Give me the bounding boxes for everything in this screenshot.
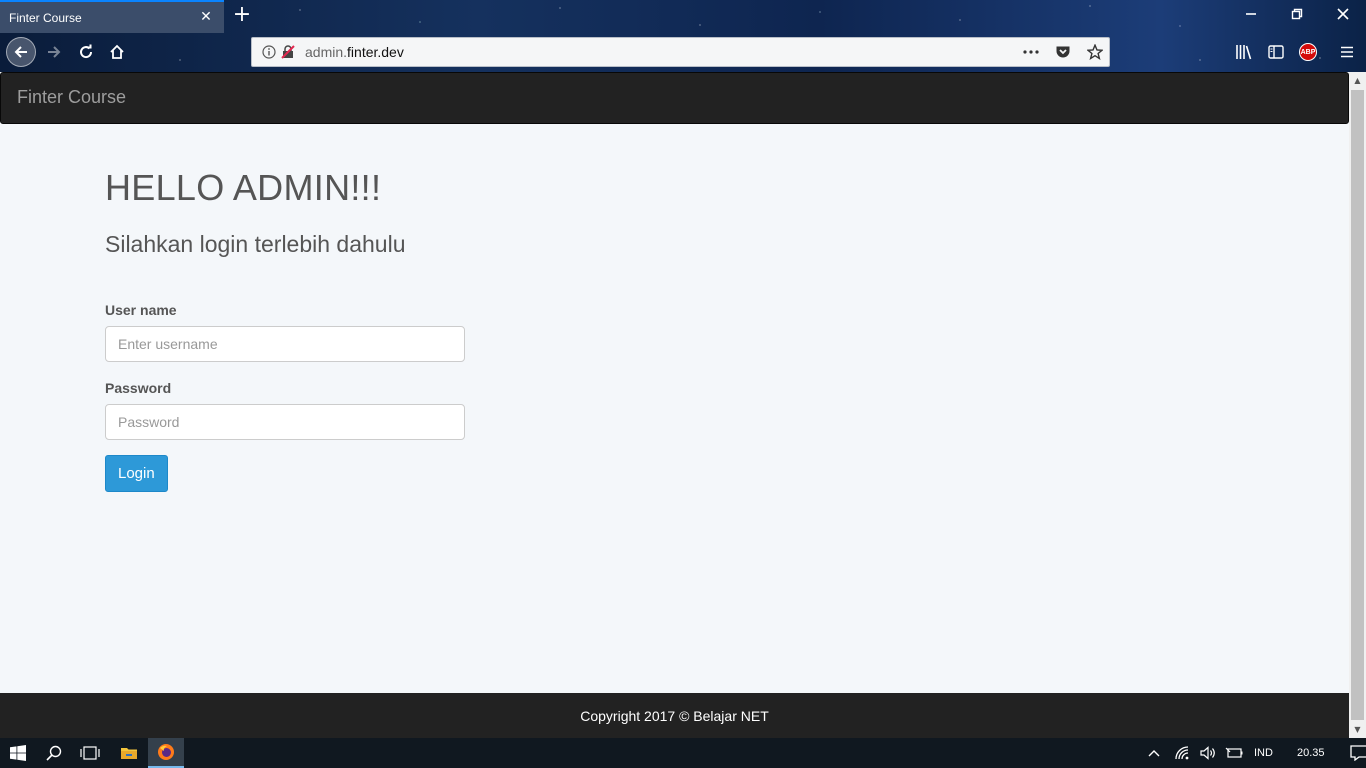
pocket-icon[interactable] <box>1054 43 1072 61</box>
browser-chrome: Finter Course ✕ + admin.finter.dev ABP <box>0 0 1366 72</box>
notification-icon[interactable] <box>1349 745 1366 761</box>
username-label: User name <box>105 302 177 318</box>
clock-time[interactable]: 20.35 <box>1297 747 1325 759</box>
minimize-icon[interactable] <box>1231 4 1271 28</box>
back-arrow-icon[interactable] <box>6 37 36 67</box>
scrollbar-thumb[interactable] <box>1351 90 1364 720</box>
navbar-brand[interactable]: Finter Course <box>17 87 126 108</box>
close-icon[interactable]: ✕ <box>198 8 214 24</box>
tab-title: Finter Course <box>9 10 82 25</box>
url-actions <box>1022 43 1109 61</box>
system-tray: IND 20.35 <box>1146 738 1366 768</box>
page-title: HELLO ADMIN!!! <box>105 167 382 208</box>
scroll-up-icon[interactable]: ▲ <box>1349 72 1366 89</box>
password-label: Password <box>105 380 172 396</box>
username-group: User name <box>105 302 505 362</box>
home-icon[interactable] <box>103 38 131 66</box>
url-bar[interactable]: admin.finter.dev <box>251 37 1110 67</box>
menu-icon[interactable] <box>1336 41 1358 63</box>
windows-start-icon[interactable] <box>0 738 36 768</box>
windows-taskbar: IND 20.35 <box>0 738 1366 768</box>
page-subtitle: Silahkan login terlebih dahulu <box>105 231 406 257</box>
plus-icon[interactable]: + <box>231 4 253 26</box>
chevron-up-icon[interactable] <box>1146 749 1162 757</box>
login-section: HELLO ADMIN!!! Silahkan login terlebih d… <box>105 167 505 492</box>
reload-icon[interactable] <box>72 38 100 66</box>
page-viewport: Finter Course HELLO ADMIN!!! Silahkan lo… <box>0 72 1349 738</box>
volume-icon[interactable] <box>1196 746 1220 760</box>
file-explorer-icon[interactable] <box>111 738 147 768</box>
insecure-lock-icon[interactable] <box>280 44 296 60</box>
star-icon[interactable] <box>1086 43 1104 61</box>
password-group: Password <box>105 380 505 440</box>
url-prefix: admin. <box>305 44 348 60</box>
login-button[interactable]: Login <box>105 455 168 492</box>
sidebar-icon[interactable] <box>1265 41 1287 63</box>
firefox-icon[interactable] <box>148 738 184 768</box>
adblock-icon[interactable]: ABP <box>1297 41 1319 63</box>
adblock-label: ABP <box>1299 43 1317 61</box>
more-icon[interactable] <box>1022 43 1040 61</box>
footer-copyright: Copyright 2017 © Belajar NET <box>580 707 769 724</box>
info-icon[interactable] <box>261 44 277 60</box>
password-input[interactable] <box>105 404 465 440</box>
restore-icon[interactable] <box>1277 4 1317 28</box>
language-indicator[interactable]: IND <box>1254 747 1273 759</box>
task-view-icon[interactable] <box>72 738 108 768</box>
battery-icon[interactable] <box>1220 747 1248 759</box>
page-footer: Copyright 2017 © Belajar NET <box>0 693 1349 738</box>
close-window-icon[interactable] <box>1323 4 1363 28</box>
vertical-scrollbar[interactable]: ▲ ▼ <box>1349 72 1366 738</box>
username-input[interactable] <box>105 326 465 362</box>
wifi-icon[interactable] <box>1170 746 1196 760</box>
library-icon[interactable] <box>1233 41 1255 63</box>
forward-arrow-icon[interactable] <box>40 38 68 66</box>
search-icon[interactable] <box>36 738 72 768</box>
scroll-down-icon[interactable]: ▼ <box>1349 721 1366 738</box>
site-navbar: Finter Course <box>0 72 1349 124</box>
url-text: admin.finter.dev <box>305 44 404 60</box>
browser-tab[interactable]: Finter Course ✕ <box>0 0 224 33</box>
login-form: User name Password Login <box>105 302 505 492</box>
url-domain: finter.dev <box>347 44 404 60</box>
